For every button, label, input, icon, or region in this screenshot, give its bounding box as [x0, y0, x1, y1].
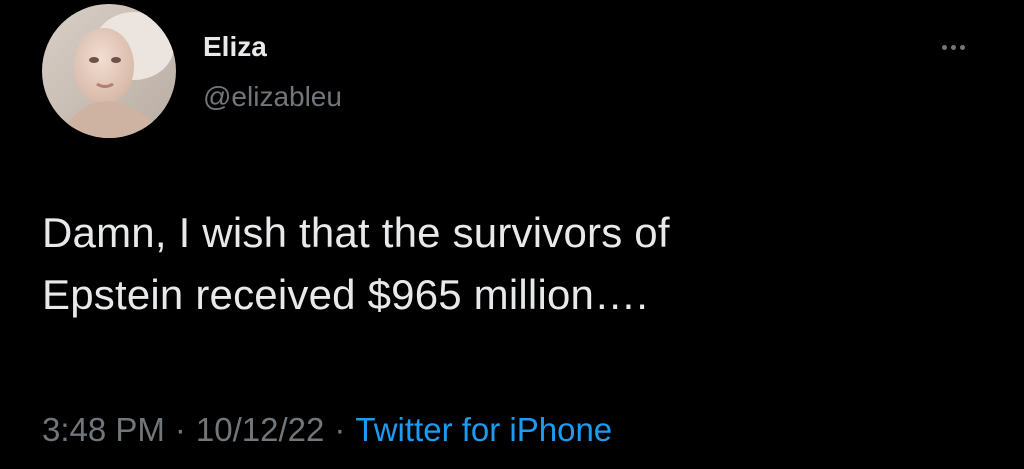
tweet-metadata: 3:48 PM · 10/12/22 · Twitter for iPhone [42, 408, 612, 452]
profile-photo-icon [42, 4, 176, 138]
tweet-text-line: Epstein received $965 million…. [42, 271, 649, 318]
tweet-source-link[interactable]: Twitter for iPhone [355, 411, 612, 448]
tweet-text-line: Damn, I wish that the survivors of [42, 209, 670, 256]
author-handle[interactable]: @elizableu [203, 80, 342, 114]
tweet-text: Damn, I wish that the survivors of Epste… [42, 202, 982, 326]
more-options-button[interactable] [928, 30, 978, 64]
more-dots-icon [941, 44, 965, 50]
tweet-time[interactable]: 3:48 PM [42, 411, 165, 448]
author-display-name[interactable]: Eliza [203, 30, 267, 64]
meta-separator: · [334, 411, 346, 448]
tweet-date[interactable]: 10/12/22 [196, 411, 324, 448]
avatar[interactable] [42, 4, 176, 138]
meta-separator: · [174, 411, 186, 448]
